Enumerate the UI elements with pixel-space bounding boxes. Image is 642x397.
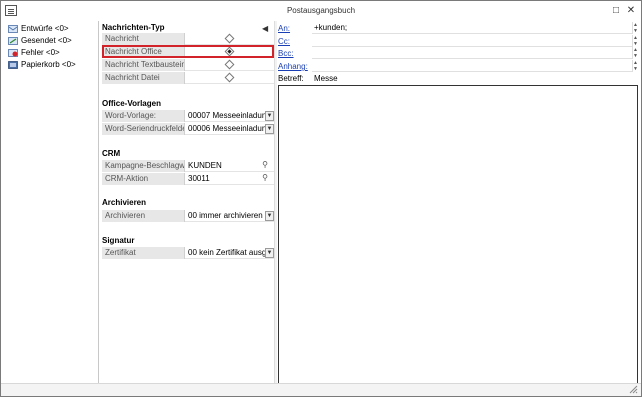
cc-field[interactable] xyxy=(312,35,632,47)
field-label: Kampagne-Beschlagw. xyxy=(102,160,185,172)
betreff-label: Betreff: xyxy=(278,74,304,83)
anhang-field[interactable] xyxy=(312,60,632,72)
crm-aktion-row[interactable]: CRM-Aktion 30011 ⚲ xyxy=(102,173,274,185)
scroll-arrows-icon[interactable]: ▲ ▼ xyxy=(632,35,638,47)
chevron-down-icon[interactable]: ▼ xyxy=(265,111,274,121)
folder-label: Entwürfe <0> xyxy=(21,24,69,33)
section-title-nachrichten-typ: Nachrichten-Typ xyxy=(102,23,165,32)
an-link[interactable]: An: xyxy=(278,22,310,35)
betreff-row: Betreff: Messe xyxy=(278,73,638,84)
option-label: Nachricht Textbaustein xyxy=(102,59,185,71)
option-nachricht[interactable]: Nachricht xyxy=(102,33,274,45)
window-title: Postausgangsbuch xyxy=(286,6,356,15)
folder-label: Gesendet <0> xyxy=(21,36,72,45)
chevron-down-icon[interactable]: ▼ xyxy=(265,211,274,221)
word-seriendruckfelder-row[interactable]: Word-Seriendruckfelder: 00006 Messeeinla… xyxy=(102,123,274,135)
bcc-row: Bcc: ▲ ▼ xyxy=(278,47,638,60)
folder-sent[interactable]: Gesendet <0> xyxy=(5,35,98,47)
betreff-field[interactable]: Messe xyxy=(314,73,338,84)
word-vorlage-value[interactable]: 00007 Messeeinladung xyxy=(187,110,274,122)
section-title-office-vorlagen: Office-Vorlagen xyxy=(102,99,161,108)
field-label: Word-Vorlage: xyxy=(102,110,185,122)
word-seriendruckfelder-value[interactable]: 00006 Messeeinladung xyxy=(187,123,274,135)
sent-icon xyxy=(8,37,18,45)
option-nachricht-textbaustein[interactable]: Nachricht Textbaustein xyxy=(102,59,274,71)
chevron-down-icon[interactable]: ▼ xyxy=(265,248,274,258)
field-label: Archivieren xyxy=(102,210,185,222)
field-label: Zertifikat xyxy=(102,247,185,259)
folder-list: Entwürfe <0> Gesendet <0> Fehler <0> Pap… xyxy=(5,21,99,383)
search-icon[interactable]: ⚲ xyxy=(262,160,268,169)
status-bar xyxy=(1,383,641,396)
radio-nachricht[interactable] xyxy=(224,33,235,44)
word-vorlage-row[interactable]: Word-Vorlage: 00007 Messeeinladung ▼ xyxy=(102,110,274,122)
title-bar: Postausgangsbuch □ ✕ xyxy=(1,1,641,21)
search-icon[interactable]: ⚲ xyxy=(262,173,268,182)
pane-splitter[interactable] xyxy=(274,21,277,383)
folder-error[interactable]: Fehler <0> xyxy=(5,47,98,59)
kampagne-value[interactable]: KUNDEN xyxy=(187,160,274,172)
radio-nachricht-datei[interactable] xyxy=(224,72,235,83)
message-body[interactable] xyxy=(278,85,638,384)
radio-nachricht-textbaustein[interactable] xyxy=(224,59,235,70)
zertifikat-value[interactable]: 00 kein Zertifikat ausg xyxy=(187,247,274,259)
selection-highlight xyxy=(102,45,274,58)
maximize-icon[interactable]: □ xyxy=(610,5,622,16)
archivieren-value[interactable]: 00 immer archivieren xyxy=(187,210,274,222)
crm-aktion-value[interactable]: 30011 xyxy=(187,173,274,185)
bcc-link[interactable]: Bcc: xyxy=(278,47,310,60)
an-field[interactable]: +kunden; xyxy=(312,22,632,34)
anhang-link[interactable]: Anhang: xyxy=(278,60,310,73)
kampagne-row[interactable]: Kampagne-Beschlagw. KUNDEN ⚲ xyxy=(102,160,274,172)
field-label: Word-Seriendruckfelder: xyxy=(102,123,185,135)
chevron-down-icon[interactable]: ▼ xyxy=(265,124,274,134)
error-icon xyxy=(8,49,18,57)
resize-grip-icon[interactable] xyxy=(629,385,638,394)
folder-label: Papierkorb <0> xyxy=(21,60,76,69)
folder-drafts[interactable]: Entwürfe <0> xyxy=(5,23,98,35)
scroll-arrows-icon[interactable]: ▲ ▼ xyxy=(632,22,638,34)
zertifikat-row[interactable]: Zertifikat 00 kein Zertifikat ausg ▼ xyxy=(102,247,274,259)
postausgangsbuch-window: Postausgangsbuch □ ✕ Entwürfe <0> Gesend… xyxy=(0,0,642,397)
archivieren-row[interactable]: Archivieren 00 immer archivieren ▼ xyxy=(102,210,274,222)
trash-icon xyxy=(8,61,18,69)
option-nachricht-datei[interactable]: Nachricht Datei xyxy=(102,72,274,84)
close-icon[interactable]: ✕ xyxy=(625,5,637,16)
drafts-icon xyxy=(8,25,18,33)
field-label: CRM-Aktion xyxy=(102,173,185,185)
section-title-archivieren: Archivieren xyxy=(102,198,147,207)
bcc-field[interactable] xyxy=(312,47,632,59)
option-label: Nachricht Datei xyxy=(102,72,185,84)
an-row: An: +kunden; ▲ ▼ xyxy=(278,22,638,35)
scroll-arrows-icon[interactable]: ▲ ▼ xyxy=(632,47,638,59)
folder-trash[interactable]: Papierkorb <0> xyxy=(5,59,98,71)
section-title-crm: CRM xyxy=(102,149,121,158)
option-label: Nachricht xyxy=(102,33,185,45)
anhang-row: Anhang: ▲ ▼ xyxy=(278,60,638,73)
section-title-signatur: Signatur xyxy=(102,236,135,245)
collapse-left-icon[interactable]: ◀ xyxy=(262,24,271,33)
folder-label: Fehler <0> xyxy=(21,48,60,57)
scroll-arrows-icon[interactable]: ▲ ▼ xyxy=(632,60,638,72)
